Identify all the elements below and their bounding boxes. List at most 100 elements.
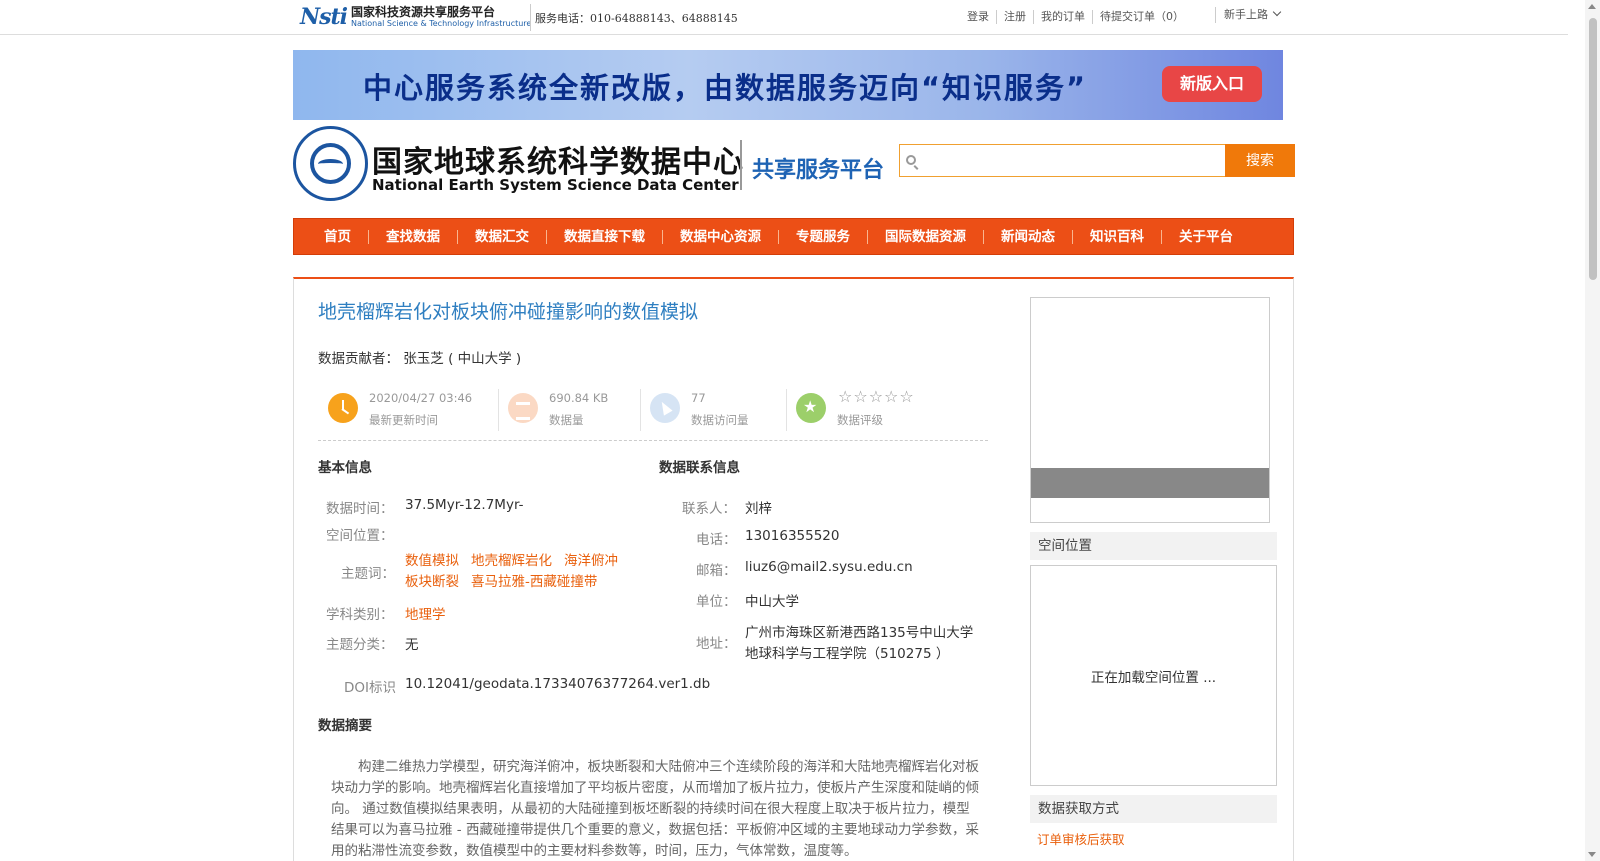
newbie-guide-dropdown[interactable]: 新手上路: [1215, 7, 1282, 23]
star-icon: [796, 393, 826, 423]
my-orders-link[interactable]: 我的订单: [1034, 10, 1093, 24]
stat-divider: [640, 389, 641, 431]
discipline-link[interactable]: 地理学: [405, 603, 446, 623]
nav-item-find-data[interactable]: 查找数据: [369, 229, 458, 244]
nsti-logo-text: 国家科技资源共享服务平台 National Science & Technolo…: [351, 6, 531, 28]
nav-item-data-submission[interactable]: 数据汇交: [458, 229, 547, 244]
banner-text: 中心服务系统全新改版，由数据服务迈向“知识服务”: [363, 71, 1088, 105]
header-divider: [740, 140, 742, 190]
layers-icon: [508, 393, 538, 423]
spatial-label: 空间位置：: [326, 528, 394, 544]
keyword-tag[interactable]: 喜马拉雅-西藏碰撞带: [471, 574, 597, 590]
nav-item-about[interactable]: 关于平台: [1162, 230, 1250, 244]
nsti-logo-mark: Nsti: [300, 4, 348, 30]
keyword-tag[interactable]: 板块断裂: [405, 574, 459, 590]
access-section-heading: 数据获取方式: [1030, 795, 1277, 823]
new-version-button[interactable]: 新版入口: [1162, 66, 1262, 102]
stat-divider: [498, 389, 499, 431]
contact-email-value[interactable]: liuz6@mail2.sysu.edu.cn: [745, 559, 913, 575]
nsti-logo-en: National Science & Technology Infrastruc…: [351, 19, 532, 28]
search-button[interactable]: 搜索: [1225, 144, 1295, 177]
contributor-value: 张玉芝 ( 中山大学 ): [403, 351, 522, 367]
page-scrollbar[interactable]: [1585, 0, 1600, 861]
contact-unit-label: 单位：: [696, 594, 737, 610]
nav-item-direct-download[interactable]: 数据直接下载: [547, 229, 663, 244]
stat-updated-value: 2020/04/27 03:46: [369, 391, 473, 405]
cursor-icon: [650, 393, 680, 423]
main-nav: 首页 查找数据 数据汇交 数据直接下载 数据中心资源 专题服务 国际数据资源 新…: [293, 218, 1294, 255]
data-center-name-en: National Earth System Science Data Cente…: [372, 176, 739, 194]
rating-stars[interactable]: ☆☆☆☆☆: [838, 387, 915, 406]
contact-unit-value: 中山大学: [745, 594, 799, 610]
search-icon: [906, 155, 916, 165]
basic-info-heading: 基本信息: [318, 460, 372, 476]
doi-label: DOI标识: [344, 680, 397, 696]
contact-person-label: 联系人：: [682, 501, 736, 517]
data-center-name-cn: 国家地球系统科学数据中心: [372, 145, 744, 180]
scroll-down-arrow-icon[interactable]: [1588, 852, 1596, 857]
top-links: 登录 注册 我的订单 待提交订单（0）: [960, 10, 1191, 24]
contact-email-label: 邮箱：: [696, 563, 737, 579]
newbie-guide-label: 新手上路: [1224, 8, 1268, 21]
keyword-tag[interactable]: 海洋俯冲: [564, 553, 618, 569]
data-center-emblem[interactable]: [293, 126, 368, 201]
register-link[interactable]: 注册: [997, 10, 1034, 24]
emblem-wave: [318, 159, 343, 169]
search-input[interactable]: [922, 145, 1238, 176]
stat-rating-label: 数据评级: [837, 413, 883, 427]
stat-size-label: 数据量: [549, 413, 584, 427]
scroll-thumb[interactable]: [1589, 18, 1597, 280]
contact-address-line1: 广州市海珠区新港西路135号中山大学: [745, 625, 974, 641]
nsti-logo[interactable]: Nsti 国家科技资源共享服务平台 National Science & Tec…: [300, 2, 531, 32]
search-box: [899, 144, 1240, 177]
data-time-value: 37.5Myr-12.7Myr-: [405, 497, 524, 513]
contact-address-label: 地址：: [696, 636, 737, 652]
platform-title: 共享服务平台: [752, 158, 885, 183]
keywords-list: 数值模拟 地壳榴辉岩化 海洋俯冲板块断裂 喜马拉雅-西藏碰撞带: [405, 551, 640, 593]
category-value: 无: [405, 637, 419, 653]
clock-icon: [328, 393, 358, 423]
thumbnail-caption-bar: [1031, 468, 1269, 498]
keywords-label: 主题词：: [341, 566, 395, 582]
top-bar: Nsti 国家科技资源共享服务平台 National Science & Tec…: [0, 0, 1568, 35]
spatial-map[interactable]: 正在加载空间位置 ...: [1030, 565, 1277, 786]
login-link[interactable]: 登录: [960, 10, 997, 24]
abstract-heading: 数据摘要: [318, 718, 372, 734]
discipline-label: 学科类别：: [326, 607, 394, 623]
category-label: 主题分类：: [326, 637, 394, 653]
stat-size-value: 690.84 KB: [549, 391, 609, 405]
nav-item-international-data[interactable]: 国际数据资源: [868, 229, 984, 244]
nav-item-center-resources[interactable]: 数据中心资源: [663, 229, 779, 244]
contact-person-value: 刘梓: [745, 501, 772, 517]
spatial-section-heading: 空间位置: [1030, 532, 1277, 560]
abstract-text: 构建二维热力学模型，研究海洋俯冲，板块断裂和大陆俯冲三个连续阶段的海洋和大陆地壳…: [331, 759, 979, 859]
contributor-label: 数据贡献者：: [318, 351, 399, 367]
scroll-up-arrow-icon[interactable]: [1588, 4, 1596, 9]
pending-orders-link[interactable]: 待提交订单（0）: [1093, 10, 1191, 24]
data-time-label: 数据时间：: [326, 501, 394, 517]
keyword-tag[interactable]: 数值模拟: [405, 553, 459, 569]
announcement-banner[interactable]: 中心服务系统全新改版，由数据服务迈向“知识服务” 新版入口: [293, 50, 1283, 120]
contact-phone-value: 13016355520: [745, 528, 840, 544]
stat-divider: [786, 389, 787, 431]
nav-item-home[interactable]: 首页: [312, 229, 369, 244]
dataset-thumbnail: [1030, 297, 1270, 523]
nav-item-knowledge[interactable]: 知识百科: [1073, 229, 1162, 244]
stat-updated-label: 最新更新时间: [369, 413, 438, 427]
service-phone: 服务电话：010-64888143、64888145: [535, 12, 738, 25]
dataset-title: 地壳榴辉岩化对板块俯冲碰撞影响的数值模拟: [318, 301, 699, 323]
chevron-down-icon: [1272, 7, 1282, 17]
doi-value[interactable]: 10.12041/geodata.17334076377264.ver1.db: [405, 676, 710, 692]
map-loading-text: 正在加载空间位置 ...: [1090, 670, 1217, 686]
stat-visits-value: 77: [691, 391, 706, 405]
nav-item-topic-services[interactable]: 专题服务: [779, 229, 868, 244]
keyword-tag[interactable]: 地壳榴辉岩化: [471, 553, 552, 569]
topbar-divider: [530, 4, 531, 31]
contact-address-line2: 地球科学与工程学院（510275 ）: [745, 646, 950, 662]
access-method-link[interactable]: 订单审核后获取: [1037, 829, 1125, 848]
contact-info-heading: 数据联系信息: [659, 460, 740, 476]
nsti-logo-cn: 国家科技资源共享服务平台: [351, 5, 496, 19]
nav-item-news[interactable]: 新闻动态: [984, 229, 1073, 244]
stat-visits-label: 数据访问量: [691, 413, 749, 427]
stats-divider-line: [318, 440, 988, 441]
